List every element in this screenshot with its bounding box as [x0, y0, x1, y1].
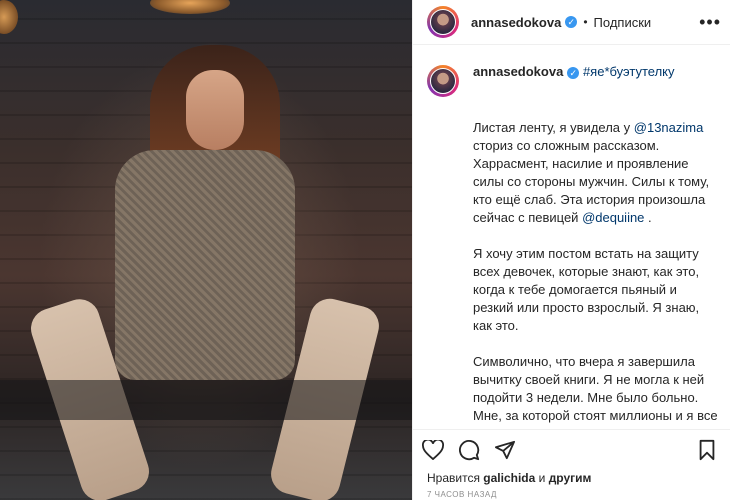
separator-dot: •	[583, 15, 588, 29]
caption-header: annasedokova ✓ #яе*буэтутелку	[427, 63, 717, 97]
comment-icon[interactable]	[457, 438, 481, 462]
action-icons	[413, 430, 730, 470]
post-sidebar: annasedokova ✓ • Подписки ••• annasedoko…	[412, 0, 730, 501]
likes-middle: и	[535, 471, 549, 485]
mention-link[interactable]: @13nazima	[634, 120, 704, 135]
caption-body: Листая ленту, я увидела у @13nazima стор…	[473, 119, 719, 429]
photo-figure-jacket	[115, 150, 295, 380]
post-actions: Нравится galichida и другим 7 ЧАСОВ НАЗА…	[413, 429, 730, 501]
heart-icon[interactable]	[421, 438, 445, 462]
instagram-post: annasedokova ✓ • Подписки ••• annasedoko…	[0, 0, 730, 501]
ceiling-lamp	[0, 0, 18, 34]
liker-username-link[interactable]: galichida	[483, 471, 535, 485]
hashtag-link[interactable]: #яе*буэтутелку	[583, 64, 675, 79]
post-timestamp[interactable]: 7 ЧАСОВ НАЗАД	[413, 486, 730, 499]
caption-author-line: annasedokova ✓ #яе*буэтутелку	[473, 63, 675, 81]
caption-text: .	[644, 210, 652, 225]
others-likes-link[interactable]: другим	[549, 471, 592, 485]
following-button[interactable]: Подписки	[594, 15, 652, 30]
caption-paragraph: Символично, что вчера я завершила вычитк…	[473, 354, 718, 429]
more-options-icon[interactable]: •••	[699, 13, 721, 31]
avatar[interactable]	[427, 65, 459, 97]
avatar[interactable]	[427, 6, 459, 38]
mention-link[interactable]: @dequiine	[582, 210, 644, 225]
caption-text: Листая ленту, я увидела у	[473, 120, 631, 135]
likes-prefix: Нравится	[427, 471, 484, 485]
ceiling-lamp	[150, 0, 230, 14]
caption-paragraph: Я хочу этим постом встать на защиту всех…	[473, 246, 700, 333]
post-header: annasedokova ✓ • Подписки •••	[413, 0, 730, 45]
username-link[interactable]: annasedokova	[471, 15, 561, 30]
likes-line: Нравится galichida и другим	[413, 470, 730, 486]
verified-badge-icon: ✓	[567, 66, 580, 79]
bookmark-icon[interactable]	[695, 438, 719, 462]
caption-username-link[interactable]: annasedokova	[473, 64, 563, 79]
share-icon[interactable]	[493, 438, 517, 462]
caption-paragraph: Листая ленту, я увидела у @13nazima стор…	[473, 119, 719, 227]
photo-ledge	[0, 380, 412, 420]
photo-figure-face	[186, 70, 244, 150]
verified-badge-icon: ✓	[565, 16, 578, 28]
caption-area[interactable]: annasedokova ✓ #яе*буэтутелку Листая лент…	[413, 45, 730, 429]
post-photo[interactable]	[0, 0, 412, 500]
